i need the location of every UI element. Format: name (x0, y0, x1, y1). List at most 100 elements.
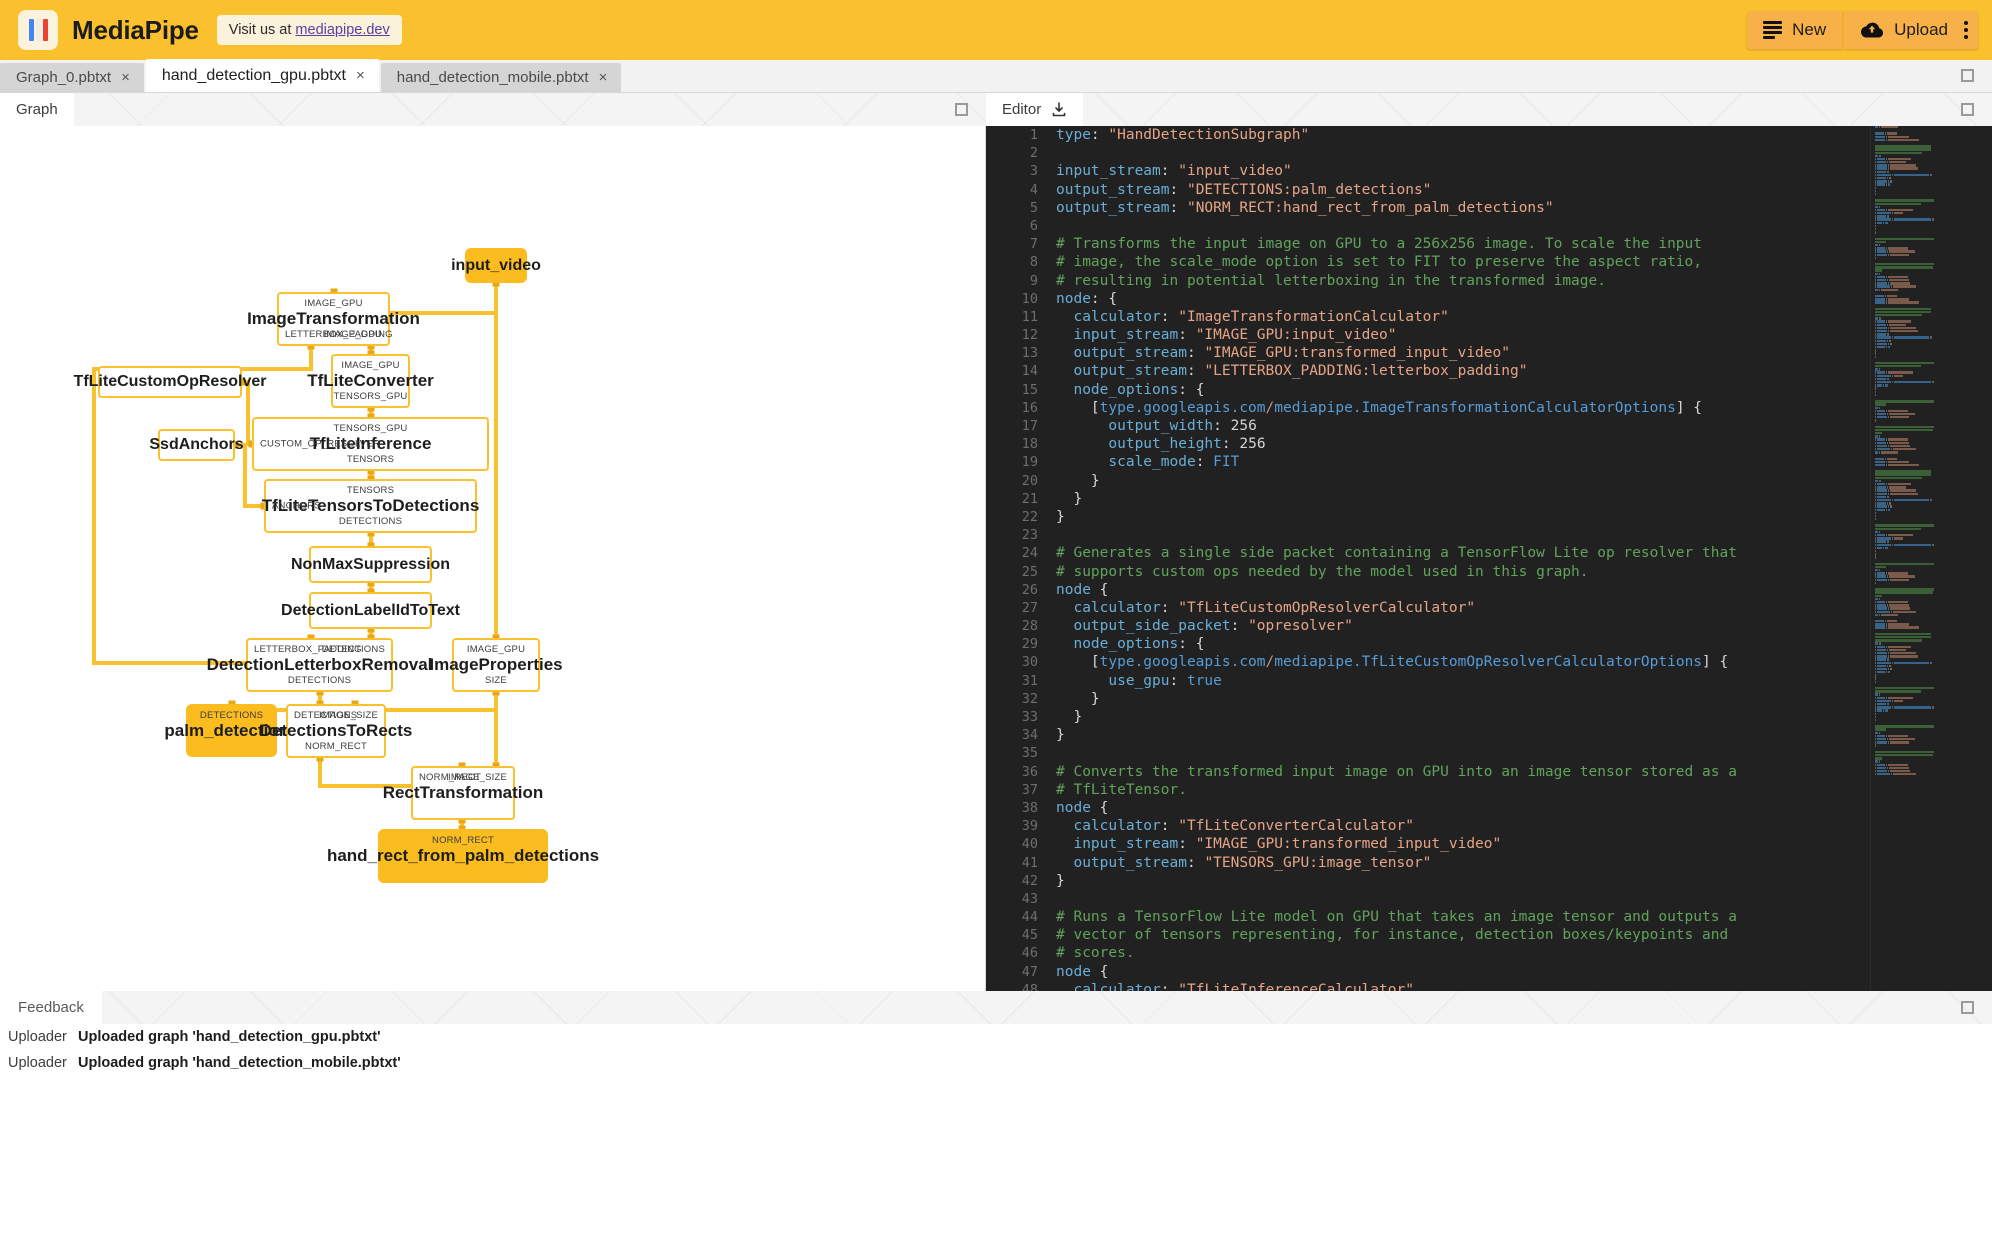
new-button[interactable]: New (1747, 11, 1843, 49)
code-line[interactable]: 9 # resulting in potential letterboxing i… (986, 272, 1992, 290)
code-line[interactable]: 36 # Converts the transformed input image… (986, 763, 1992, 781)
graph-node-image_properties[interactable]: IMAGE_GPU ImageProperties SIZE (429, 638, 563, 692)
graph-node-non_max_suppression[interactable]: NonMaxSuppression (291, 546, 450, 583)
code-token: "LETTERBOX_PADDING:letterbox_padding" (1204, 363, 1528, 380)
file-tab-2[interactable]: hand_detection_mobile.pbtxt × (380, 63, 622, 92)
code-line[interactable]: 44 # Runs a TensorFlow Lite model on GPU … (986, 908, 1992, 926)
close-icon[interactable]: × (121, 70, 130, 85)
code-token: "ImageTransformationCalculator" (1178, 308, 1449, 325)
feedback-maximize-icon[interactable] (1961, 1001, 1974, 1014)
line-number: 21 (1021, 490, 1038, 507)
code-line[interactable]: 39 calculator: "TfLiteConverterCalculato… (986, 817, 1992, 835)
graph-node-detection_label_id_to_text[interactable]: DetectionLabelIdToText (281, 592, 460, 629)
code-line[interactable]: 23 (986, 526, 1992, 544)
graph-node-image_transformation[interactable]: IMAGE_GPU ImageTransformation LETTERBOX_PA… (247, 292, 420, 346)
graph-canvas[interactable]: input_video IMAGE_GPU ImageTransformation L… (0, 126, 986, 991)
code-line[interactable]: 3 input_stream: "input_video" (986, 162, 1992, 180)
code-line[interactable]: 47 node { (986, 963, 1992, 981)
graph-node-ssd_anchors[interactable]: SsdAnchors (149, 429, 244, 461)
code-editor[interactable]: 1 type: "HandDetectionSubgraph" 2 3 input_st… (986, 126, 1992, 991)
code-line[interactable]: 19 scale_mode: FIT (986, 453, 1992, 471)
code-line[interactable]: 21 } (986, 490, 1992, 508)
code-line[interactable]: 27 calculator: "TfLiteCustomOpResolverCa… (986, 599, 1992, 617)
code-token: "opresolver" (1248, 618, 1353, 635)
code-line[interactable]: 45 # vector of tensors representing, for … (986, 926, 1992, 944)
tab-editor[interactable]: Editor (986, 93, 1084, 126)
code-line[interactable]: 6 (986, 217, 1992, 235)
graph-node-tflite_tensors_to_detections[interactable]: TENSORS ANCHORS TfLiteTensorsToDetections D… (262, 479, 479, 533)
feedback-header: Feedback (0, 991, 1992, 1024)
editor-maximize-icon[interactable] (1961, 103, 1974, 116)
code-line[interactable]: 42} (986, 872, 1992, 890)
code-line[interactable]: 8 # image, the scale_mode option is set t… (986, 253, 1992, 271)
code-line[interactable]: 2 (986, 144, 1992, 162)
header-actions: New Upload (1747, 11, 1978, 49)
code-line[interactable]: 43 (986, 890, 1992, 908)
mediapipe-dev-link[interactable]: mediapipe.dev (295, 22, 389, 38)
file-tab-1[interactable]: hand_detection_gpu.pbtxt × (145, 59, 379, 92)
upload-button[interactable]: Upload (1844, 11, 1978, 49)
code-line[interactable]: 26 node { (986, 581, 1992, 599)
code-minimap[interactable] (1870, 126, 1992, 991)
code-line[interactable]: 14 output_stream: "LETTERBOX_PADDING:let… (986, 362, 1992, 380)
graph-node-detection_letterbox_removal[interactable]: LETTERBOX_PADDING DETECTIONS DetectionLett… (207, 638, 432, 692)
graph-node-input_video[interactable]: input_video (451, 248, 541, 283)
graph-maximize-icon[interactable] (955, 103, 968, 116)
code-line[interactable]: 37 # TfLiteTensor. (986, 781, 1992, 799)
more-options-icon[interactable] (1964, 21, 1968, 39)
line-number: 26 (1021, 581, 1038, 598)
download-icon[interactable] (1051, 101, 1067, 118)
code-line[interactable]: 16 [type.googleapis.com/mediapipe.ImageT… (986, 399, 1992, 417)
code-line[interactable]: 46 # scores. (986, 944, 1992, 962)
tab-graph[interactable]: Graph (0, 93, 74, 126)
code-token: / (1265, 654, 1275, 671)
code-line[interactable]: 40 input_stream: "IMAGE_GPU:transformed_… (986, 835, 1992, 853)
code-token: : (1160, 308, 1179, 325)
code-line[interactable]: 25 # supports custom ops needed by the mo… (986, 563, 1992, 581)
code-line[interactable]: 10 node: { (986, 290, 1992, 308)
feedback-panel: Feedback Uploader Uploaded graph 'hand_de… (0, 991, 1992, 1242)
graph-node-tflite_custom_op_resolver[interactable]: TfLiteCustomOpResolver (74, 366, 266, 398)
graph-node-rect_transformation[interactable]: NORM_RECT IMAGE_SIZE RectTransformation (383, 766, 543, 820)
node-port-top: IMAGE_GPU (304, 298, 363, 309)
close-icon[interactable]: × (356, 68, 365, 83)
code-line[interactable]: 5 output_stream: "NORM_RECT:hand_rect_fro… (986, 199, 1992, 217)
code-line[interactable]: 12 input_stream: "IMAGE_GPU:input_video" (986, 326, 1992, 344)
code-line[interactable]: 32 } (986, 690, 1992, 708)
close-icon[interactable]: × (599, 70, 608, 85)
graph-node-hand_rect_from_palm_detections[interactable]: NORM_RECT hand_rect_from_palm_detections (327, 829, 599, 883)
code-line[interactable]: 34} (986, 726, 1992, 744)
code-line[interactable]: 22} (986, 508, 1992, 526)
code-line[interactable]: 20 } (986, 472, 1992, 490)
code-line[interactable]: 4 output_stream: "DETECTIONS:palm_detecti… (986, 181, 1992, 199)
graph-node-detections_to_rects[interactable]: DETECTIONS IMAGE_SIZE DetectionsToRects NOR… (260, 704, 412, 758)
code-line[interactable]: 29 node_options: { (986, 635, 1992, 653)
code-line[interactable]: 38 node { (986, 799, 1992, 817)
code-line[interactable]: 11 calculator: "ImageTransformationCalcu… (986, 308, 1992, 326)
window-maximize-icon[interactable] (1961, 69, 1974, 82)
code-line[interactable]: 18 output_height: 256 (986, 435, 1992, 453)
code-line[interactable]: 41 output_stream: "TENSORS_GPU:image_ten… (986, 854, 1992, 872)
code-line[interactable]: 33 } (986, 708, 1992, 726)
code-line[interactable]: 15 node_options: { (986, 381, 1992, 399)
code-line[interactable]: 17 output_width: 256 (986, 417, 1992, 435)
code-line[interactable]: 28 output_side_packet: "opresolver" (986, 617, 1992, 635)
code-line[interactable]: 7 # Transforms the input image on GPU to … (986, 235, 1992, 253)
code-lines[interactable]: 1 type: "HandDetectionSubgraph" 2 3 input_st… (986, 126, 1992, 991)
code-line[interactable]: 1 type: "HandDetectionSubgraph" (986, 126, 1992, 144)
tab-feedback[interactable]: Feedback (0, 991, 102, 1024)
code-token: type (1056, 127, 1091, 143)
graph-node-label: NonMaxSuppression (290, 555, 451, 573)
code-line[interactable]: 35 (986, 744, 1992, 762)
graph-node-tflite_inference[interactable]: TENSORS_GPU CUSTOM_OP_RESOLVER TfLiteInfer… (252, 417, 489, 471)
code-line[interactable]: 48 calculator: "TfLiteInferenceCalculato… (986, 981, 1992, 991)
graph-node-label: input_video (451, 256, 541, 274)
code-line[interactable]: 30 [type.googleapis.com/mediapipe.TfLite… (986, 653, 1992, 671)
code-line[interactable]: 13 output_stream: "IMAGE_GPU:transformed… (986, 344, 1992, 362)
app-title: MediaPipe (72, 14, 199, 45)
file-tab-0[interactable]: Graph_0.pbtxt × (0, 63, 144, 92)
graph-node-tflite_converter[interactable]: IMAGE_GPU TfLiteConverter TENSORS_GPU (307, 354, 434, 408)
code-line[interactable]: 24 # Generates a single side packet conta… (986, 544, 1992, 562)
code-line[interactable]: 31 use_gpu: true (986, 672, 1992, 690)
